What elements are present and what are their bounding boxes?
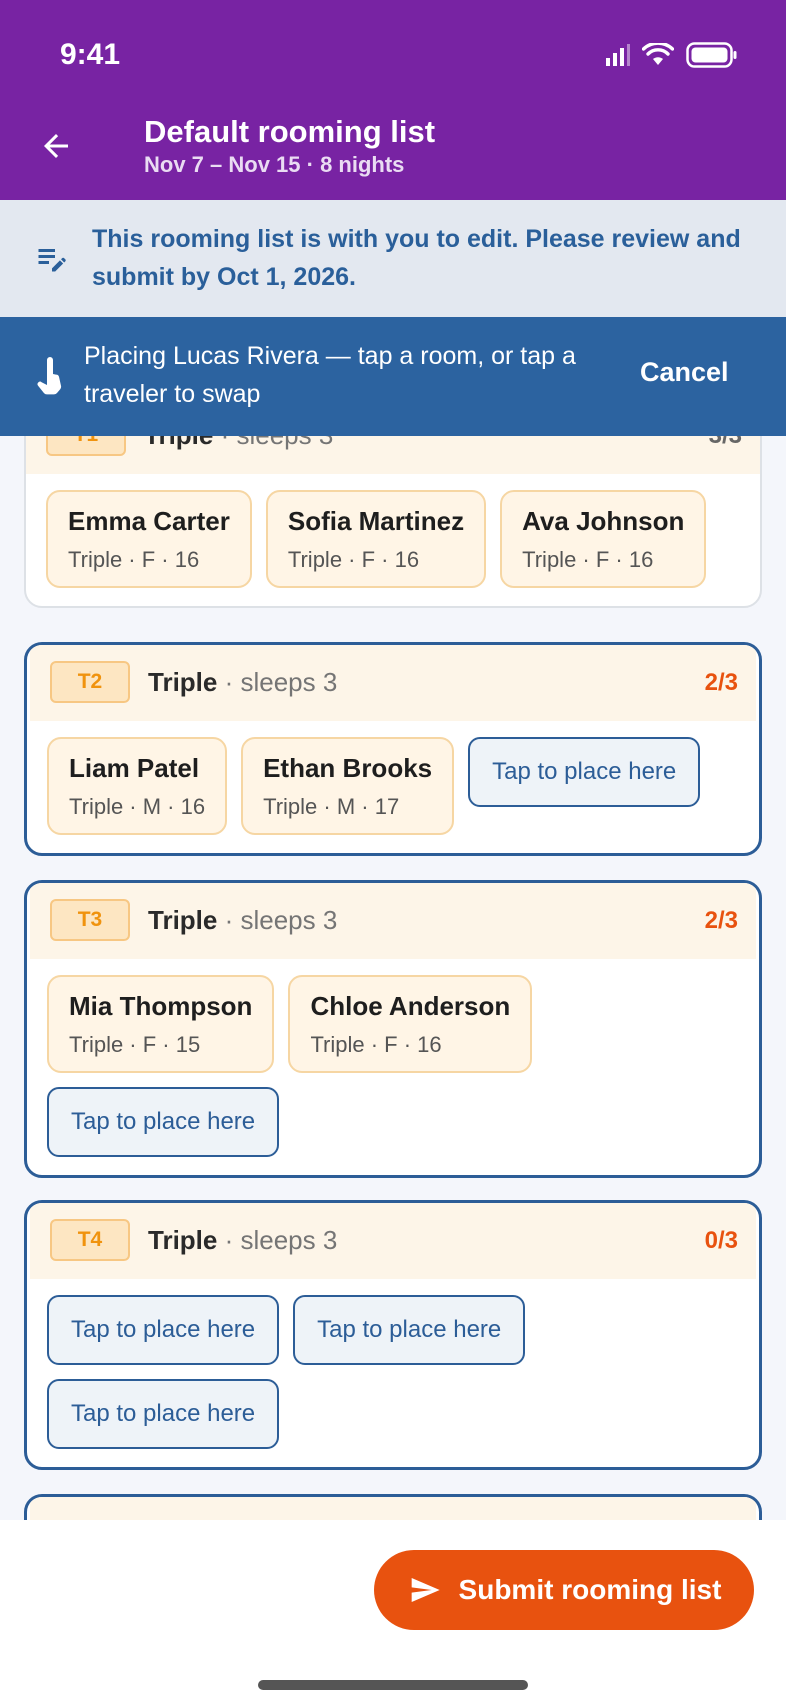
battery-icon (686, 42, 737, 68)
traveler-meta: Triple · F · 16 (287, 547, 420, 572)
traveler-name: Emma Carter (68, 506, 230, 536)
back-arrow-icon (44, 134, 68, 158)
place-here-slot[interactable]: Tap to place here (468, 737, 701, 807)
back-button[interactable] (30, 120, 82, 172)
info-banner: This rooming list is with you to edit. P… (0, 200, 786, 317)
bottom-action-bar: Submit rooming list (0, 1520, 786, 1704)
page-subtitle: Nov 7 – Nov 15 · 8 nights (144, 152, 405, 177)
placing-banner: Placing Lucas Rivera — tap a room, or ta… (0, 317, 786, 436)
page-title: Default rooming list (144, 114, 436, 149)
status-bar: 9:41 (0, 0, 786, 110)
room-header: T3 Triple · sleeps 3 2/3 (30, 883, 756, 959)
room-occupancy: 3/3 (709, 436, 742, 450)
traveler-meta: Triple · M · 16 (69, 794, 206, 819)
signal-icon (606, 44, 630, 66)
traveler-meta: Triple · M · 17 (263, 794, 400, 819)
traveler-meta: Triple · F · 16 (68, 547, 200, 572)
room-type: Triple · sleeps 3 (148, 1225, 338, 1255)
place-here-slot[interactable]: Tap to place here (47, 1379, 280, 1449)
room-slots: Mia Thompson Triple · F · 15 Chloe Ander… (27, 959, 759, 1175)
room-slots: Emma Carter Triple · F · 16 Sofia Martin… (26, 474, 760, 606)
edit-list-icon (38, 249, 66, 272)
room-card-t3[interactable]: T3 Triple · sleeps 3 2/3 Mia Thompson Tr… (24, 880, 762, 1178)
room-occupancy: 2/3 (704, 907, 738, 934)
room-code-badge: T1 (46, 436, 126, 456)
traveler-name: Ethan Brooks (263, 753, 433, 783)
cancel-button[interactable]: Cancel (640, 357, 729, 388)
traveler-card[interactable]: Liam Patel Triple · M · 16 (47, 737, 228, 835)
room-header: T2 Triple · sleeps 3 2/3 (30, 645, 756, 721)
traveler-card[interactable]: Chloe Anderson Triple · F · 16 (288, 975, 533, 1073)
place-here-slot[interactable]: Tap to place here (47, 1087, 280, 1157)
room-header (30, 1497, 756, 1520)
traveler-card[interactable]: Ava Johnson Triple · F · 16 (500, 490, 707, 588)
traveler-card[interactable]: Sofia Martinez Triple · F · 16 (265, 490, 487, 588)
room-header: T4 Triple · sleeps 3 0/3 (30, 1203, 756, 1279)
room-occupancy: 2/3 (704, 669, 738, 696)
submit-rooming-list-button[interactable]: Submit rooming list (374, 1550, 754, 1630)
room-occupancy: 0/3 (704, 1227, 738, 1254)
room-code-badge: T3 (50, 899, 130, 941)
room-code-badge: T2 (50, 661, 130, 703)
placing-banner-text: Placing Lucas Rivera — tap a room, or ta… (84, 342, 576, 408)
traveler-name: Ava Johnson (522, 506, 685, 536)
room-code-badge: T4 (50, 1219, 130, 1261)
room-list[interactable]: T1 Triple · sleeps 3 3/3 Emma Carter Tri… (0, 436, 786, 1520)
traveler-name: Mia Thompson (69, 991, 253, 1021)
traveler-meta: Triple · F · 16 (522, 547, 654, 572)
info-banner-text: This rooming list is with you to edit. P… (92, 225, 741, 291)
home-indicator[interactable] (258, 1680, 528, 1690)
traveler-card[interactable]: Mia Thompson Triple · F · 15 (47, 975, 275, 1073)
room-header: T1 Triple · sleeps 3 3/3 (26, 436, 760, 474)
traveler-card[interactable]: Ethan Brooks Triple · M · 17 (241, 737, 455, 835)
room-type: Triple · sleeps 3 (148, 905, 338, 935)
status-icons (604, 42, 738, 68)
app-bar: Default rooming list Nov 7 – Nov 15 · 8 … (0, 110, 786, 200)
traveler-name: Liam Patel (69, 753, 200, 783)
room-card-next[interactable] (24, 1494, 762, 1520)
traveler-name: Sofia Martinez (287, 506, 465, 536)
room-card-t2[interactable]: T2 Triple · sleeps 3 2/3 Liam Patel Trip… (24, 642, 762, 856)
place-here-slot[interactable]: Tap to place here (293, 1295, 526, 1365)
wifi-icon (642, 43, 674, 65)
status-time: 9:41 (60, 38, 121, 71)
traveler-meta: Triple · F · 15 (69, 1032, 201, 1057)
touch-hand-icon (37, 357, 62, 395)
traveler-card[interactable]: Emma Carter Triple · F · 16 (46, 490, 252, 588)
traveler-meta: Triple · F · 16 (310, 1032, 442, 1057)
room-card-t1[interactable]: T1 Triple · sleeps 3 3/3 Emma Carter Tri… (24, 436, 762, 608)
room-slots: Liam Patel Triple · M · 16 Ethan Brooks … (27, 721, 759, 853)
traveler-name: Chloe Anderson (310, 991, 511, 1021)
room-slots: Tap to place here Tap to place here Tap … (27, 1279, 547, 1467)
room-card-t4[interactable]: T4 Triple · sleeps 3 0/3 Tap to place he… (24, 1200, 762, 1470)
send-icon (411, 1578, 440, 1602)
room-type: Triple · sleeps 3 (148, 667, 338, 697)
submit-label: Submit rooming list (458, 1574, 722, 1605)
room-type: Triple · sleeps 3 (144, 436, 333, 451)
place-here-slot[interactable]: Tap to place here (47, 1295, 280, 1365)
